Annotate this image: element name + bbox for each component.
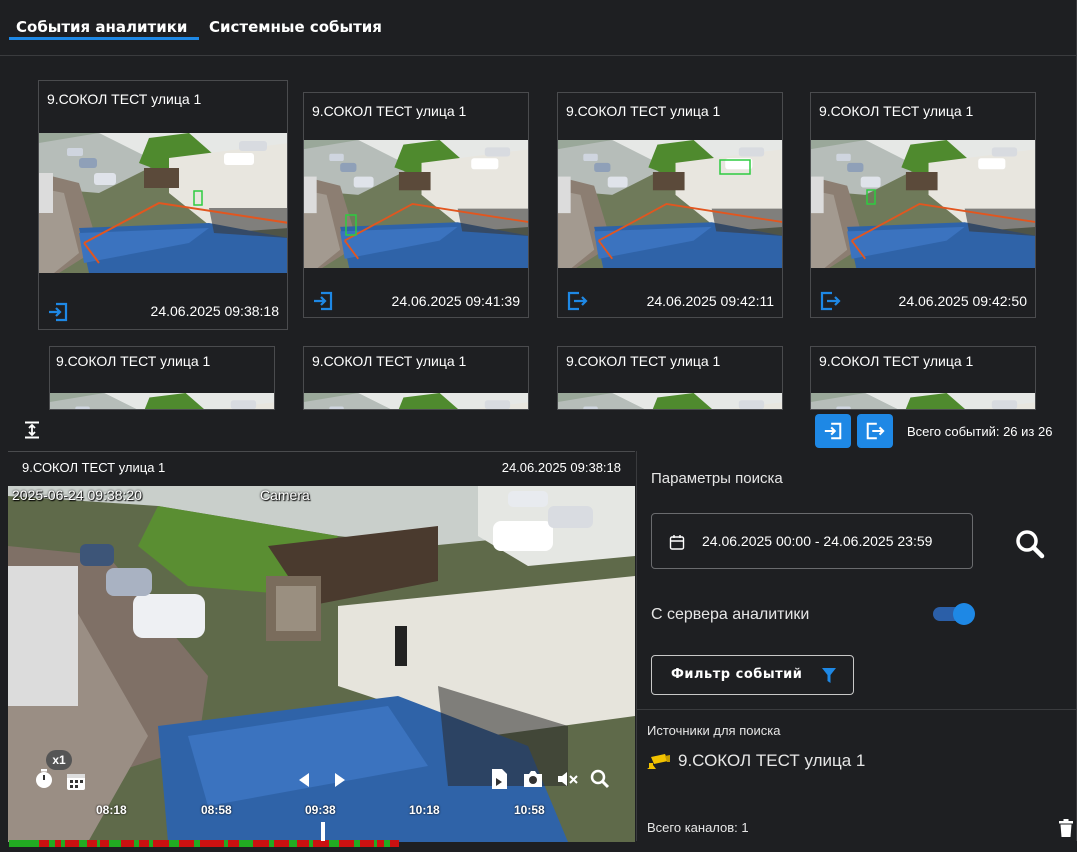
filter-exit-events-button[interactable] [857,414,893,448]
event-card[interactable]: 9.СОКОЛ ТЕСТ улица 1 24.06.2025 09:38:18 [38,80,288,330]
event-filter-label: Фильтр событий [671,667,803,682]
event-card-date: 24.06.2025 09:38:18 [150,303,279,319]
speed-badge[interactable]: x1 [46,750,72,770]
event-snapshot [558,140,782,268]
search-params-title: Параметры поиска [651,470,783,487]
event-card[interactable]: 9.СОКОЛ ТЕСТ улица 1 24.06.2025 09:42:11 [557,92,783,318]
mute-icon[interactable] [557,770,579,793]
event-card-title: 9.СОКОЛ ТЕСТ улица 1 [819,103,974,119]
timer-icon[interactable] [34,769,54,794]
osd-timestamp: 2025-06-24 09:38:20 [12,487,142,503]
event-card-title: 9.СОКОЛ ТЕСТ улица 1 [47,91,202,107]
divider [637,709,1077,710]
calendar-icon [669,534,685,555]
player-header: 9.СОКОЛ ТЕСТ улица 1 24.06.2025 09:38:18 [8,452,635,486]
timeline-tick: 08:18 [96,803,127,817]
tab-analytics-events[interactable]: События аналитики [16,18,187,36]
osd-camera-name: Camera [260,487,310,503]
event-card[interactable]: 9.СОКОЛ ТЕСТ улица 1 [303,346,529,410]
player-channel-title: 9.СОКОЛ ТЕСТ улица 1 [22,460,166,475]
event-card-title: 9.СОКОЛ ТЕСТ улица 1 [566,103,721,119]
event-card-title: 9.СОКОЛ ТЕСТ улица 1 [566,353,721,369]
events-total: Всего событий: 26 из 26 [907,424,1053,439]
search-panel: Параметры поиска 24.06.2025 00:00 - 24.0… [636,451,1077,841]
toggle-knob [953,603,975,625]
search-icon [1012,530,1048,566]
step-forward-icon[interactable] [333,772,347,793]
event-card-title: 9.СОКОЛ ТЕСТ улица 1 [312,353,467,369]
step-back-icon[interactable] [297,772,311,793]
event-card[interactable]: 9.СОКОЛ ТЕСТ улица 1 [49,346,275,410]
tab-bar: События аналитики Системные события [0,0,1077,56]
timeline-tick: 10:58 [514,803,545,817]
tab-system-events[interactable]: Системные события [209,18,382,36]
event-card[interactable]: 9.СОКОЛ ТЕСТ улица 1 [810,346,1036,410]
channels-total: Всего каналов: 1 [647,820,749,835]
enter-icon [312,290,334,312]
event-snapshot [811,393,1035,409]
event-snapshot [50,393,274,409]
event-card[interactable]: 9.СОКОЛ ТЕСТ улица 1 24.06.2025 09:42:50 [810,92,1036,318]
expand-vertical-icon[interactable] [23,421,41,439]
source-label: 9.СОКОЛ ТЕСТ улица 1 [678,751,866,770]
calendar-icon[interactable] [66,771,86,796]
trash-icon[interactable] [1059,819,1073,842]
event-snapshot [304,140,528,268]
event-card-date: 24.06.2025 09:41:39 [391,293,520,309]
zoom-icon[interactable] [590,769,610,794]
filter-funnel-icon [822,668,836,683]
date-range-field[interactable]: 24.06.2025 00:00 - 24.06.2025 23:59 [651,513,973,569]
player-event-date: 24.06.2025 09:38:18 [501,460,621,475]
active-tab-indicator [9,37,199,40]
event-snapshot [304,393,528,409]
event-card-date: 24.06.2025 09:42:11 [646,293,774,309]
event-card-title: 9.СОКОЛ ТЕСТ улица 1 [56,353,211,369]
date-range-value: 24.06.2025 00:00 - 24.06.2025 23:59 [702,533,933,549]
export-file-icon[interactable] [490,768,508,795]
timeline-bar[interactable] [9,834,399,847]
timeline-tick: 08:58 [201,803,232,817]
event-filter-button[interactable]: Фильтр событий [651,655,854,695]
analytics-server-label: С сервера аналитики [651,606,810,623]
event-snapshot [811,140,1035,268]
event-snapshot [558,393,782,409]
event-grid: 9.СОКОЛ ТЕСТ улица 1 24.06.2025 09:38:18… [0,56,1077,449]
sources-title: Источники для поиска [647,723,781,738]
analytics-server-toggle[interactable] [931,603,975,625]
camera-icon [647,754,670,769]
event-card-title: 9.СОКОЛ ТЕСТ улица 1 [819,353,974,369]
exit-icon [566,290,588,312]
enter-icon [47,301,69,323]
snapshot-camera-icon[interactable] [522,769,544,794]
exit-icon [819,290,841,312]
event-card-date: 24.06.2025 09:42:50 [898,293,1027,309]
event-card-title: 9.СОКОЛ ТЕСТ улица 1 [312,103,467,119]
playhead[interactable] [321,822,325,841]
timeline-tick: 09:38 [305,803,336,817]
filter-enter-events-button[interactable] [815,414,851,448]
search-button[interactable] [1012,526,1048,562]
event-card[interactable]: 9.СОКОЛ ТЕСТ улица 1 [557,346,783,410]
timeline-tick: 10:18 [409,803,440,817]
event-card[interactable]: 9.СОКОЛ ТЕСТ улица 1 24.06.2025 09:41:39 [303,92,529,318]
event-snapshot [39,133,287,273]
